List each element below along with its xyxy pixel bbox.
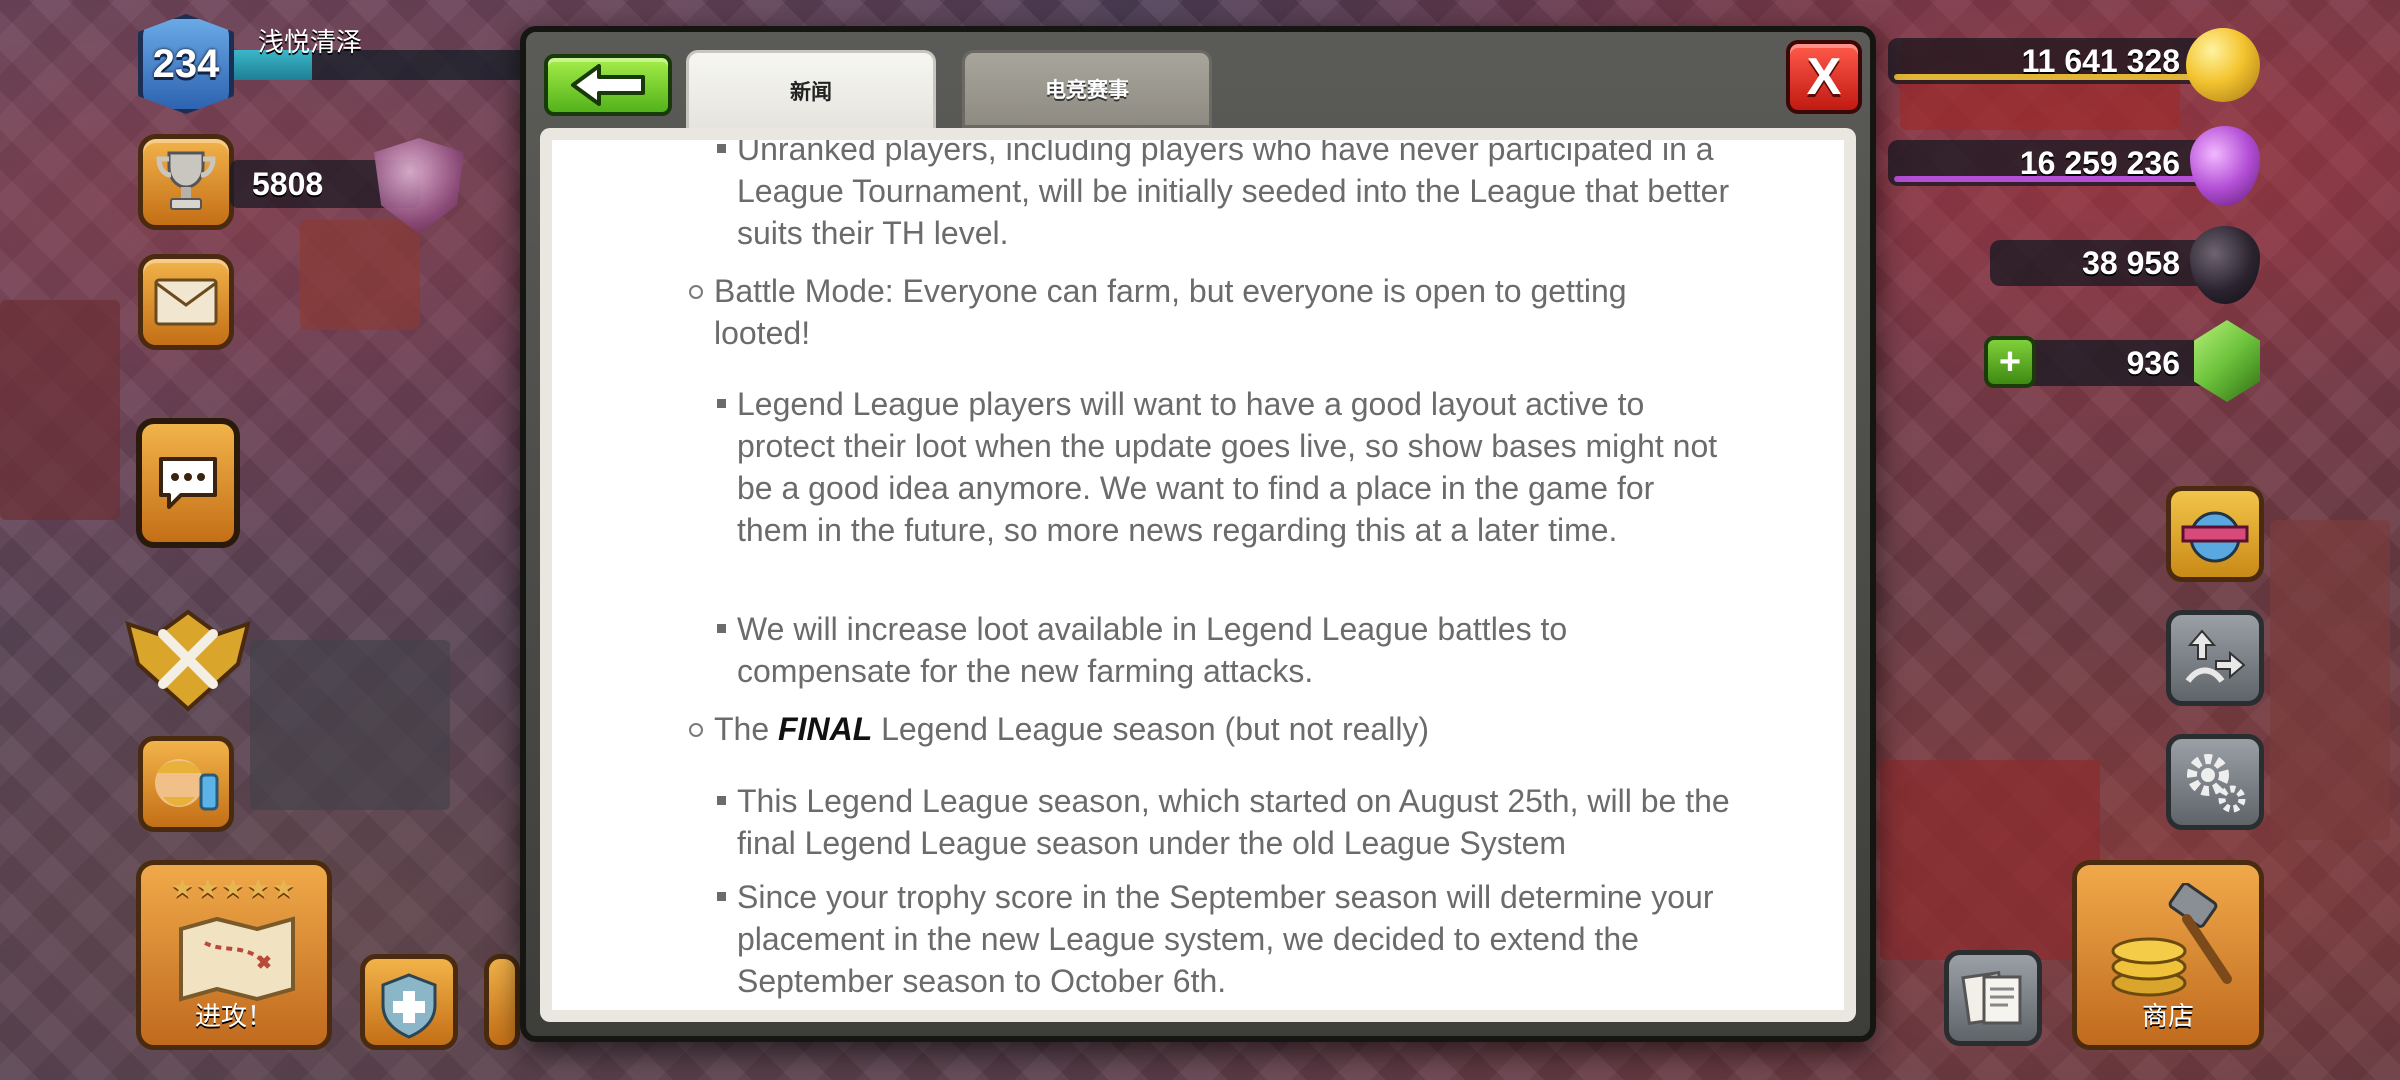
list-item: The FINAL Legend League season (but not … — [552, 708, 1844, 750]
list-item-text-pre: The — [714, 711, 779, 747]
list-item: We will increase loot available in Legen… — [552, 608, 1844, 692]
events-button[interactable] — [2166, 486, 2264, 582]
gear-icon — [2187, 754, 2246, 813]
chat-button[interactable] — [136, 418, 240, 548]
tab-esports-label: 电竞赛事 — [1045, 78, 1129, 102]
barbarian-potion-button[interactable] — [138, 736, 234, 832]
close-button[interactable]: X — [1786, 40, 1862, 114]
globe-banner-icon — [2181, 511, 2249, 563]
final-emphasis: FINAL — [778, 711, 873, 747]
gems-amount: 936 — [2126, 344, 2180, 381]
settings-button[interactable] — [2166, 734, 2264, 830]
list-item: Since your trophy score in the September… — [552, 876, 1844, 1002]
player-level-badge[interactable]: 234 — [138, 14, 234, 114]
attack-button-label: 进攻！ — [194, 1002, 273, 1032]
elixir-meter — [1894, 176, 2234, 182]
list-item-text: Since your trophy score in the September… — [737, 879, 1714, 999]
buy-gems-plus-button[interactable]: + — [1984, 336, 2036, 388]
trophy-icon — [156, 151, 216, 210]
tab-news[interactable]: 新闻 — [686, 50, 936, 128]
boat-arrows-icon — [2185, 629, 2246, 683]
tab-esports[interactable]: 电竞赛事 — [962, 50, 1212, 128]
list-item-text: Unranked players, including players who … — [737, 140, 1730, 251]
close-icon: X — [1806, 48, 1842, 106]
content-frame: Unranked players, including players who … — [540, 128, 1856, 1022]
list-item: Battle Mode: Everyone can farm, but ever… — [552, 270, 1844, 354]
elixir-bar: 16 259 236 — [1888, 140, 2240, 186]
gold-coin-icon — [2186, 28, 2260, 102]
clan-war-button[interactable] — [118, 604, 258, 714]
attack-stars: ★★★★★ — [170, 873, 298, 903]
barbarian-face-icon — [155, 759, 219, 811]
medical-cross-shield-icon — [381, 973, 437, 1039]
trophy-count: 5808 — [252, 165, 324, 202]
mail-button[interactable] — [138, 254, 234, 350]
news-modal: 新闻 电竞赛事 X Unranked players, including pl… — [520, 26, 1876, 1042]
back-button[interactable] — [544, 54, 672, 116]
player-level-value: 234 — [152, 41, 220, 86]
player-name: 浅悦清泽 — [258, 28, 363, 58]
layout-editor-button[interactable] — [1944, 950, 2042, 1046]
notes-icon — [1961, 971, 2022, 1025]
heal-button[interactable] — [360, 954, 458, 1050]
trophy-button[interactable] — [138, 134, 234, 230]
news-article-scroll[interactable]: Unranked players, including players who … — [552, 140, 1844, 1010]
list-item-text: Legend League players will want to have … — [737, 386, 1718, 548]
modal-header: 新闻 电竞赛事 X — [526, 32, 1870, 128]
arrow-left-icon — [571, 64, 645, 106]
list-item: Legend League players will want to have … — [552, 383, 1844, 551]
list-item: This Legend League season, which started… — [552, 780, 1844, 864]
extra-hud-button[interactable] — [484, 954, 520, 1050]
treasure-map-icon — [179, 916, 295, 1002]
attack-button[interactable]: ★★★★★ 进攻！ — [136, 860, 332, 1050]
list-item-text: Battle Mode: Everyone can farm, but ever… — [714, 273, 1627, 351]
list-item-text-post: Legend League season (but not really) — [872, 711, 1430, 747]
coins-hammer-icon — [2111, 883, 2232, 997]
shop-button[interactable]: 商店 — [2072, 860, 2264, 1050]
gold-meter — [1894, 74, 2234, 80]
envelope-icon — [154, 278, 218, 326]
list-item: Unranked players, including players who … — [552, 140, 1844, 254]
dark-elixir-amount: 38 958 — [2082, 244, 2180, 281]
list-item-text: This Legend League season, which started… — [737, 783, 1730, 861]
crossed-swords-shield-icon — [125, 609, 251, 712]
list-item-text: We will increase loot available in Legen… — [737, 611, 1568, 689]
builder-base-button[interactable] — [2166, 610, 2264, 706]
chat-bubble-icon — [159, 457, 217, 509]
shop-button-label: 商店 — [2141, 1002, 2194, 1032]
tab-news-label: 新闻 — [790, 79, 832, 104]
